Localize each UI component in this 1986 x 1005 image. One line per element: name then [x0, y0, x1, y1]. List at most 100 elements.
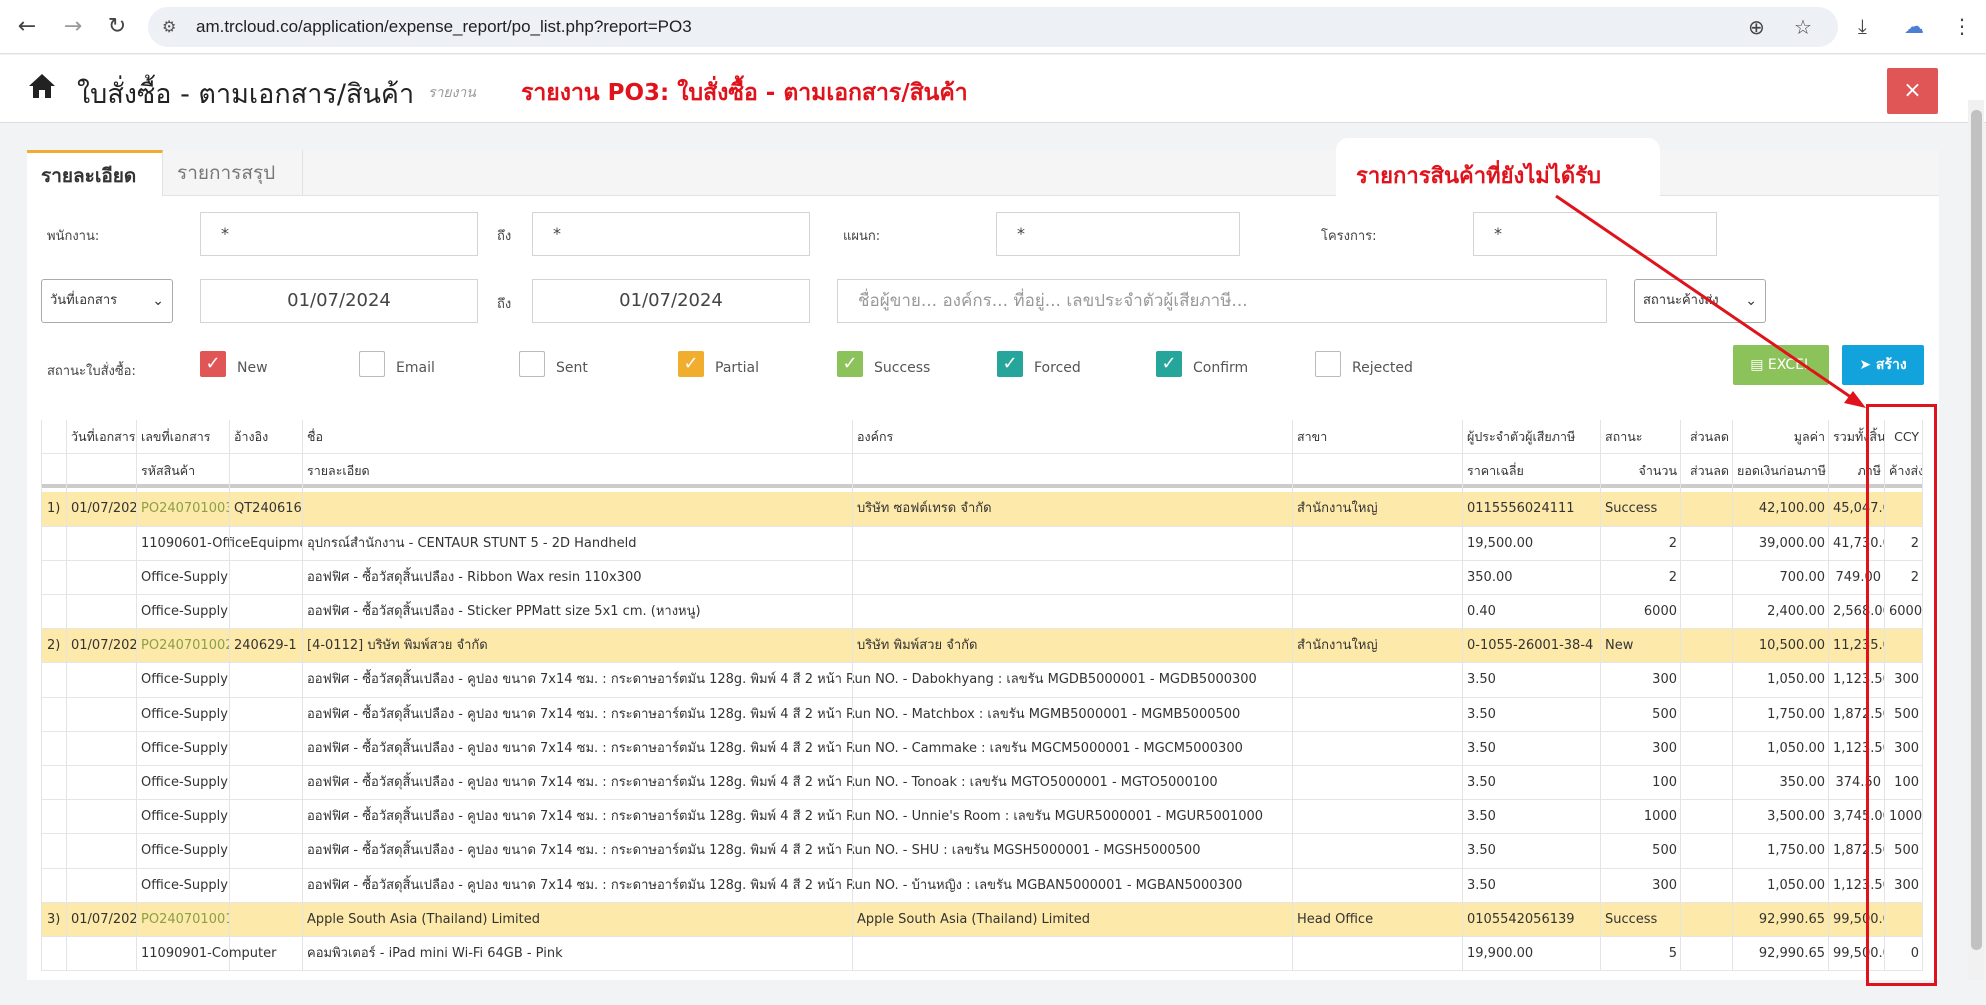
bookmark-star-icon[interactable]: ☆	[1794, 15, 1812, 39]
product-code: Office-Supply	[141, 809, 228, 825]
column-subheader: จำนวน	[1638, 463, 1677, 479]
status-label-partial: Partial	[715, 360, 759, 376]
column-divider	[1292, 420, 1293, 972]
table-row-item: Office-Supply ออฟฟิศ - ซื้อวัสดุสิ้นเปลือ…	[41, 834, 1923, 869]
amount: 42,100.00	[1758, 501, 1825, 517]
doc-date: 01/07/2024	[71, 501, 137, 517]
annotation-callout: รายการสินค้าที่ยังไม่ได้รับ	[1336, 138, 1660, 210]
menu-icon[interactable]: ⋮	[1952, 14, 1972, 38]
annotation-highlight-box	[1866, 404, 1937, 986]
column-divider	[229, 420, 230, 972]
column-header: วันที่เอกสาร	[71, 429, 136, 444]
site-settings-icon[interactable]: ⚙	[162, 17, 176, 36]
row-number: 3)	[47, 911, 61, 927]
product-code: Office-Supply	[141, 877, 228, 893]
column-divider	[1680, 420, 1681, 972]
profile-icon[interactable]: ☁	[1904, 14, 1924, 38]
amount: 10,500.00	[1758, 638, 1825, 654]
status-checkbox-sent[interactable]	[519, 351, 545, 377]
table-row-item: Office-Supply ออฟฟิศ - ซื้อวัสดุสิ้นเปลือ…	[41, 766, 1923, 801]
tab-details[interactable]: รายละเอียด	[27, 150, 163, 196]
column-divider	[1600, 420, 1601, 972]
po-status-label: สถานะใบสั่งซื้อ:	[47, 364, 136, 379]
avg-price: 3.50	[1467, 775, 1496, 790]
quantity: 300	[1652, 672, 1677, 688]
status-checkbox-forced[interactable]: ✓	[997, 351, 1023, 377]
doc-status: Success	[1605, 911, 1658, 927]
send-icon: ➤	[1859, 357, 1876, 373]
doc-number-link[interactable]: PO240701003	[137, 492, 230, 525]
department-input[interactable]: *	[996, 212, 1240, 256]
chevron-down-icon: ⌄	[152, 293, 164, 309]
tax-id: 0-1055-26001-38-4	[1467, 638, 1594, 654]
doc-number-link[interactable]: PO240701001	[137, 903, 230, 936]
scrollbar-thumb[interactable]	[1971, 110, 1982, 950]
date-from-input[interactable]: 01/07/2024	[200, 279, 478, 323]
avg-price: 3.50	[1467, 877, 1496, 893]
amount-before-tax: 2,400.00	[1767, 604, 1825, 619]
create-button[interactable]: ➤ สร้าง	[1842, 345, 1924, 385]
project-input[interactable]: *	[1473, 212, 1717, 256]
report-panel: รายละเอียด รายการสรุป พนักงาน: * ถึง * แ…	[27, 150, 1939, 980]
column-divider	[1732, 420, 1733, 972]
home-icon[interactable]	[27, 71, 57, 101]
avg-price: 0.40	[1467, 604, 1496, 619]
column-subheader: ยอดเงินก่อนภาษี	[1737, 463, 1826, 479]
date-type-select[interactable]: วันที่เอกสาร ⌄	[41, 279, 173, 323]
excel-button[interactable]: ▤ EXCEL	[1733, 345, 1829, 385]
back-icon[interactable]: ←	[14, 14, 40, 40]
status-label-rejected: Rejected	[1352, 360, 1413, 376]
date-to-input[interactable]: 01/07/2024	[532, 279, 810, 323]
close-button[interactable]: ×	[1887, 68, 1938, 114]
status-label-forced: Forced	[1034, 360, 1081, 376]
quantity: 5	[1668, 946, 1677, 961]
employee-to-label: ถึง	[497, 229, 512, 244]
status-checkbox-success[interactable]: ✓	[837, 351, 863, 377]
search-input[interactable]: ชื่อผู้ขาย... องค์กร... ที่อยู่... เลขปร…	[837, 279, 1607, 323]
department-label: แผนก:	[843, 229, 881, 244]
organization: บริษัท ซอฟต์เทรด จำกัด	[857, 501, 992, 517]
column-header: ชื่อ	[307, 429, 323, 444]
status-checkbox-email[interactable]	[359, 351, 385, 377]
column-header: ผู้ประจำตัวผู้เสียภาษี	[1467, 429, 1576, 444]
doc-number-link[interactable]: PO240701002	[137, 629, 230, 662]
product-code: Office-Supply	[141, 775, 228, 790]
status-checkbox-rejected[interactable]	[1315, 351, 1341, 377]
product-description: ออฟฟิศ - ซื้อวัสดุสิ้นเปลือง - คูปอง ขนา…	[307, 843, 1201, 859]
product-description: ออฟฟิศ - ซื้อวัสดุสิ้นเปลือง - คูปอง ขนา…	[307, 672, 1257, 688]
employee-to-input[interactable]: *	[532, 212, 810, 256]
quantity: 2	[1668, 569, 1677, 585]
reload-icon[interactable]: ↻	[104, 14, 130, 40]
employee-from-input[interactable]: *	[200, 212, 478, 256]
column-divider	[302, 420, 303, 972]
chevron-down-icon: ⌄	[1745, 293, 1757, 309]
table-row-item: Office-Supply ออฟฟิศ - ซื้อวัสดุสิ้นเปลือ…	[41, 732, 1923, 766]
status-checkbox-new[interactable]: ✓	[200, 351, 226, 377]
zoom-icon[interactable]: ⊕	[1748, 15, 1765, 39]
employee-label: พนักงาน:	[47, 229, 100, 244]
download-icon[interactable]: ⤓	[1858, 14, 1867, 38]
column-subheader: ราคาเฉลี่ย	[1467, 463, 1524, 479]
address-bar[interactable]: ⚙ am.trcloud.co/application/expense_repo…	[148, 7, 1838, 47]
product-code: Office-Supply	[141, 843, 228, 859]
quantity: 500	[1652, 706, 1677, 722]
status-checkbox-confirm[interactable]: ✓	[1156, 351, 1182, 377]
status-checkbox-partial[interactable]: ✓	[678, 351, 704, 377]
forward-icon[interactable]: →	[60, 14, 86, 40]
product-code: Office-Supply	[141, 706, 228, 722]
product-code: 11090901-Computer	[141, 946, 277, 961]
quantity: 300	[1652, 877, 1677, 893]
column-subheader: รหัสสินค้า	[141, 463, 196, 479]
excel-icon: ▤	[1750, 357, 1768, 373]
avg-price: 19,500.00	[1467, 535, 1534, 551]
page-title: ใบสั่งซื้อ - ตามเอกสาร/สินค้า	[77, 79, 415, 110]
quantity: 2	[1668, 535, 1677, 551]
delivery-status-value: สถานะค้างส่ง	[1643, 293, 1719, 308]
product-description: ออฟฟิศ - ซื้อวัสดุสิ้นเปลือง - คูปอง ขนา…	[307, 706, 1241, 722]
tab-summary[interactable]: รายการสรุป	[163, 150, 303, 196]
status-label-sent: Sent	[556, 360, 588, 376]
product-code: Office-Supply	[141, 740, 228, 756]
delivery-status-select[interactable]: สถานะค้างส่ง ⌄	[1634, 279, 1766, 323]
product-code: Office-Supply	[141, 672, 228, 688]
product-description: ออฟฟิศ - ซื้อวัสดุสิ้นเปลือง - Ribbon Wa…	[307, 569, 642, 585]
